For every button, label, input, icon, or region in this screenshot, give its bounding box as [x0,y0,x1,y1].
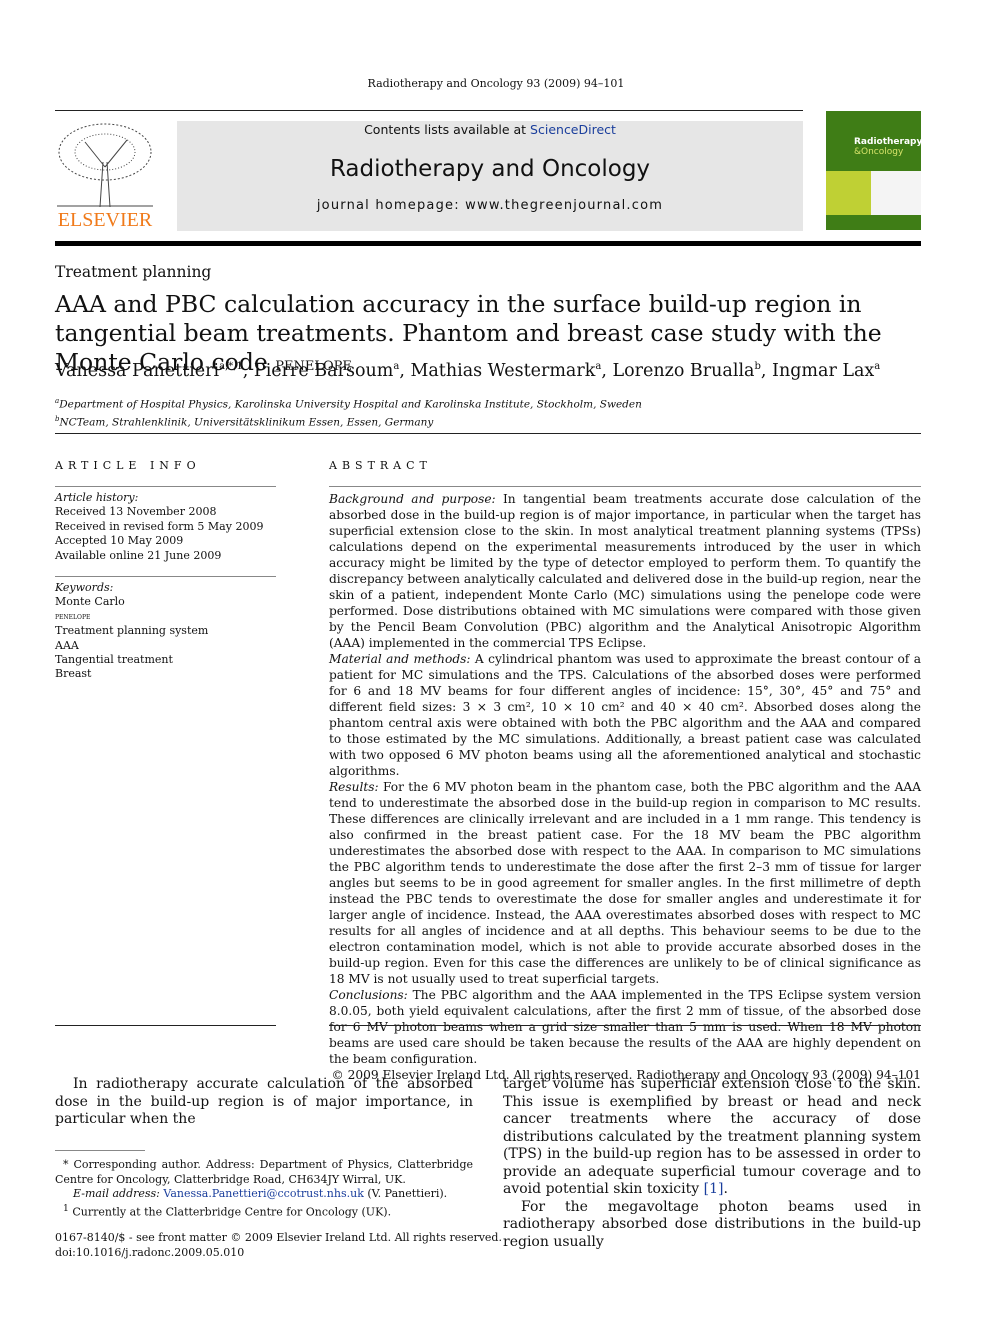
journal-banner: Contents lists available at ScienceDirec… [177,121,803,231]
affiliations: aDepartment of Hospital Physics, Karolin… [55,397,642,428]
divider [55,486,276,487]
journal-cover: Radiotherapy &Oncology [826,111,923,230]
author: Ingmar Lax [772,361,875,381]
divider [55,576,276,577]
divider [55,1150,145,1151]
body-column-right: target volume has superficial extension … [503,1076,921,1250]
divider [55,110,803,111]
sciencedirect-link[interactable]: ScienceDirect [530,122,616,137]
article-history: Article history: Received 13 November 20… [55,491,264,562]
author: Vanessa Panettieri [55,361,220,381]
tree-icon [57,123,153,208]
author: Pierre Barsoum [253,361,394,381]
journal-title: Radiotherapy and Oncology [329,156,651,182]
citation-link[interactable]: [1] [704,1181,724,1197]
contents-label: Contents lists available at [364,122,527,137]
divider [329,1025,921,1026]
journal-homepage[interactable]: journal homepage: www.thegreenjournal.co… [177,198,803,213]
body-column-left: In radiotherapy accurate calculation of … [55,1076,473,1127]
cover-subtitle: &Oncology [854,147,904,157]
doi[interactable]: doi:10.1016/j.radonc.2009.05.010 [55,1246,502,1261]
author-list: Vanessa Panettieria,*,1, Pierre Barsouma… [55,361,881,381]
running-head: Radiotherapy and Oncology 93 (2009) 94–1… [367,77,625,90]
section-label: Treatment planning [55,263,212,281]
divider [329,486,921,487]
footer: 0167-8140/$ - see front matter © 2009 El… [55,1231,502,1261]
thick-divider [55,241,921,246]
author: Mathias Westermark [410,361,596,381]
divider [55,1025,276,1026]
abstract-body: Background and purpose: In tangential be… [329,492,921,1082]
footnotes: * Corresponding author. Address: Departm… [55,1158,474,1219]
email-link[interactable]: Vanessa.Panettieri@ccotrust.nhs.uk [163,1187,363,1200]
cover-title: Radiotherapy [854,137,923,147]
divider [55,433,921,434]
author: Lorenzo Brualla [612,361,755,381]
article-info-heading: ARTICLE INFO [55,459,201,472]
elsevier-logo: ELSEVIER [55,122,155,232]
abstract-heading: ABSTRACT [329,459,432,472]
paper-page: Radiotherapy and Oncology 93 (2009) 94–1… [0,0,992,1323]
keywords: Keywords: Monte Carlo penelope Treatment p… [55,581,209,681]
